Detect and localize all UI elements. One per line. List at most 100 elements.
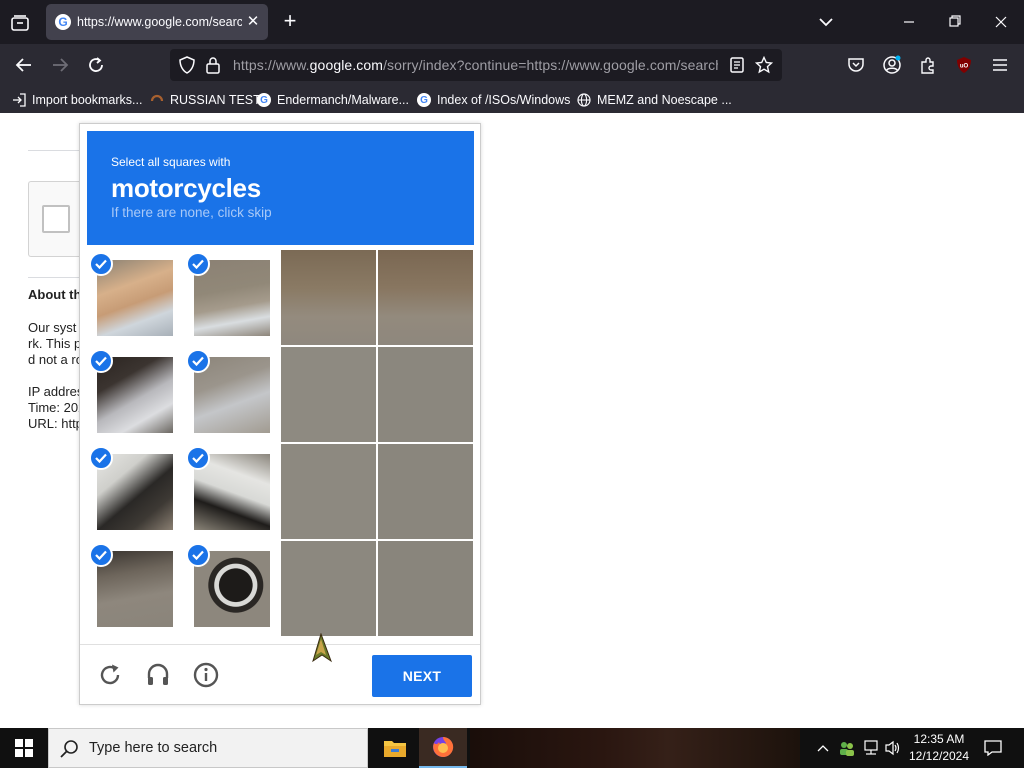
tile-image <box>281 541 376 636</box>
page-text-line: Time: 202 <box>28 400 83 415</box>
tile-image <box>281 347 376 442</box>
tab-bar: G https://www.google.com/search ✕ + <box>0 0 1024 44</box>
tile-image <box>378 541 473 636</box>
tile-image <box>281 250 376 345</box>
account-icon[interactable] <box>879 52 905 78</box>
address-bar[interactable]: https://www.google.com/sorry/index?conti… <box>170 49 782 81</box>
taskbar-background <box>470 728 800 768</box>
grid-tile[interactable] <box>281 541 376 636</box>
grid-tile-selected[interactable] <box>184 541 279 636</box>
grid-tile-selected[interactable] <box>87 541 182 636</box>
grid-tile[interactable] <box>378 444 473 539</box>
reload-challenge-icon[interactable] <box>96 661 124 689</box>
page-text-line: IP addres <box>28 384 83 399</box>
new-tab-button[interactable]: + <box>278 10 302 34</box>
clock-date: 12/12/2024 <box>908 749 970 763</box>
google-favicon-icon: G <box>257 93 271 107</box>
image-grid <box>87 250 475 638</box>
bookmark-import[interactable]: Import bookmarks... <box>12 90 142 110</box>
clock-time: 12:35 AM <box>913 732 965 746</box>
grid-tile[interactable] <box>378 250 473 345</box>
grid-tile-selected[interactable] <box>87 250 182 345</box>
search-placeholder: Type here to search <box>89 740 218 756</box>
windows-start-icon[interactable] <box>0 728 48 768</box>
grid-tile[interactable] <box>281 444 376 539</box>
restore-icon[interactable] <box>943 10 967 34</box>
reload-icon[interactable] <box>83 52 109 78</box>
lock-icon[interactable] <box>205 56 221 74</box>
window-close-icon[interactable] <box>989 10 1013 34</box>
tab-title: https://www.google.com/search <box>77 15 242 29</box>
tab-close-icon[interactable]: ✕ <box>244 13 262 31</box>
bookmark-index-isos[interactable]: G Index of /ISOs/Windows <box>417 90 570 110</box>
grid-tile-selected[interactable] <box>184 444 279 539</box>
svg-text:uO: uO <box>960 64 969 70</box>
tile-image <box>378 347 473 442</box>
list-all-tabs-icon[interactable] <box>814 10 838 34</box>
active-tab[interactable]: G https://www.google.com/search ✕ <box>46 4 268 40</box>
system-clock[interactable]: 12:35 AM 12/12/2024 <box>904 731 974 765</box>
reader-view-icon[interactable] <box>728 56 746 74</box>
page-text-line: URL: http <box>28 416 83 431</box>
firefox-taskbar-icon[interactable] <box>419 728 467 768</box>
grid-tile[interactable] <box>378 541 473 636</box>
tile-image <box>281 444 376 539</box>
grid-tile-selected[interactable] <box>184 347 279 442</box>
about-heading: About th <box>28 287 82 302</box>
bookmark-label: Index of /ISOs/Windows <box>437 93 571 107</box>
globe-loading-icon <box>150 93 164 107</box>
page-text-line: Our syst <box>28 320 77 335</box>
bookmark-russian-test[interactable]: RUSSIAN TEST <box>150 90 261 110</box>
extensions-icon[interactable] <box>915 52 941 78</box>
challenge-target: motorcycles <box>111 173 261 203</box>
navigation-bar: https://www.google.com/sorry/index?conti… <box>0 44 1024 86</box>
bookmark-label: Import bookmarks... <box>32 93 143 107</box>
recaptcha-challenge: Select all squares with motorcycles If t… <box>79 123 481 705</box>
pocket-icon[interactable] <box>843 52 869 78</box>
bookmark-endermanch[interactable]: G Endermanch/Malware... <box>257 90 409 110</box>
volume-icon[interactable] <box>883 738 903 758</box>
url-text[interactable]: https://www.google.com/sorry/index?conti… <box>233 57 718 73</box>
grid-tile[interactable] <box>281 347 376 442</box>
audio-challenge-icon[interactable] <box>144 661 172 689</box>
checkmark-icon <box>186 252 210 276</box>
google-favicon-icon: G <box>417 93 431 107</box>
tile-image <box>378 250 473 345</box>
show-hidden-icons-icon[interactable] <box>813 738 833 758</box>
checkmark-icon <box>89 446 113 470</box>
challenge-skip-hint: If there are none, click skip <box>111 205 272 220</box>
page-text-line: d not a ro <box>28 352 83 367</box>
recaptcha-checkbox[interactable] <box>42 205 70 233</box>
grid-tile-selected[interactable] <box>87 347 182 442</box>
bookmark-star-icon[interactable] <box>754 55 774 74</box>
people-icon[interactable] <box>837 738 857 758</box>
challenge-instruction: Select all squares with <box>111 155 231 169</box>
page-text-line: rk. This p <box>28 336 82 351</box>
grid-tile-selected[interactable] <box>184 250 279 345</box>
tab-list-icon[interactable] <box>6 9 34 37</box>
checkmark-icon <box>186 349 210 373</box>
next-button[interactable]: NEXT <box>372 655 472 697</box>
notifications-icon[interactable] <box>982 737 1004 759</box>
hamburger-menu-icon[interactable] <box>987 52 1013 78</box>
grid-tile-selected[interactable] <box>87 444 182 539</box>
shield-icon[interactable] <box>178 56 196 74</box>
network-icon[interactable] <box>861 738 881 758</box>
file-explorer-icon[interactable] <box>371 728 419 768</box>
info-icon[interactable] <box>192 661 220 689</box>
bookmarks-toolbar: Import bookmarks... RUSSIAN TEST G Ender… <box>0 86 1024 113</box>
taskbar-search-box[interactable]: Type here to search <box>48 728 368 768</box>
forward-arrow-icon[interactable] <box>47 52 73 78</box>
bookmark-memz[interactable]: MEMZ and Noescape ... <box>577 90 732 110</box>
grid-tile[interactable] <box>378 347 473 442</box>
checkmark-icon <box>89 349 113 373</box>
bookmark-label: Endermanch/Malware... <box>277 93 410 107</box>
ublock-origin-icon[interactable]: uO <box>951 52 977 78</box>
checkmark-icon <box>186 446 210 470</box>
cursor-icon <box>311 632 333 665</box>
google-favicon-icon: G <box>55 14 71 30</box>
back-arrow-icon[interactable] <box>11 52 37 78</box>
grid-tile[interactable] <box>281 250 376 345</box>
challenge-header: Select all squares with motorcycles If t… <box>87 131 474 245</box>
minimize-icon[interactable] <box>897 10 921 34</box>
